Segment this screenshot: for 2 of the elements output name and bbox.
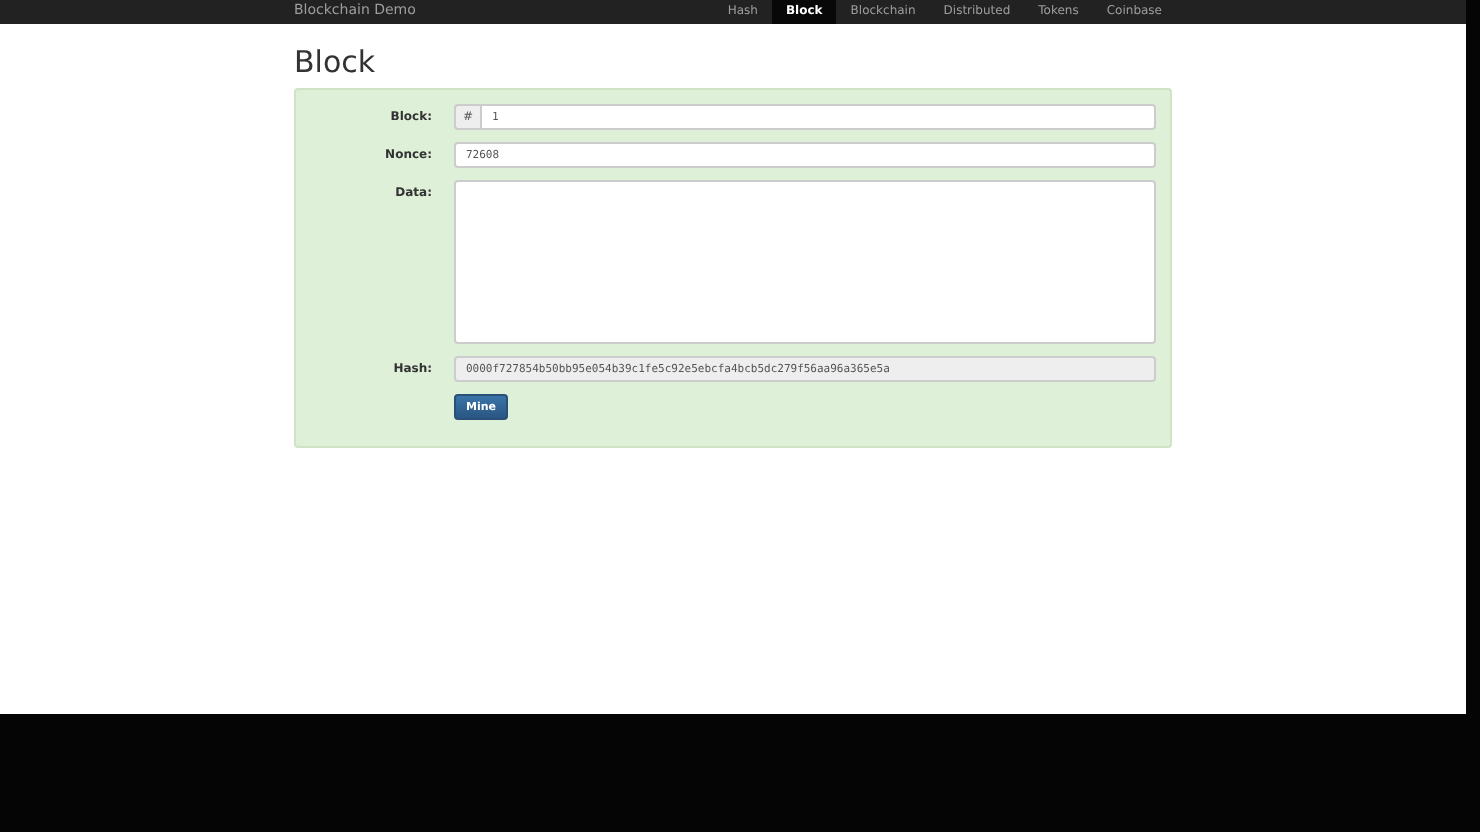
page-title: Block: [294, 44, 378, 80]
data-textarea[interactable]: [454, 180, 1156, 344]
